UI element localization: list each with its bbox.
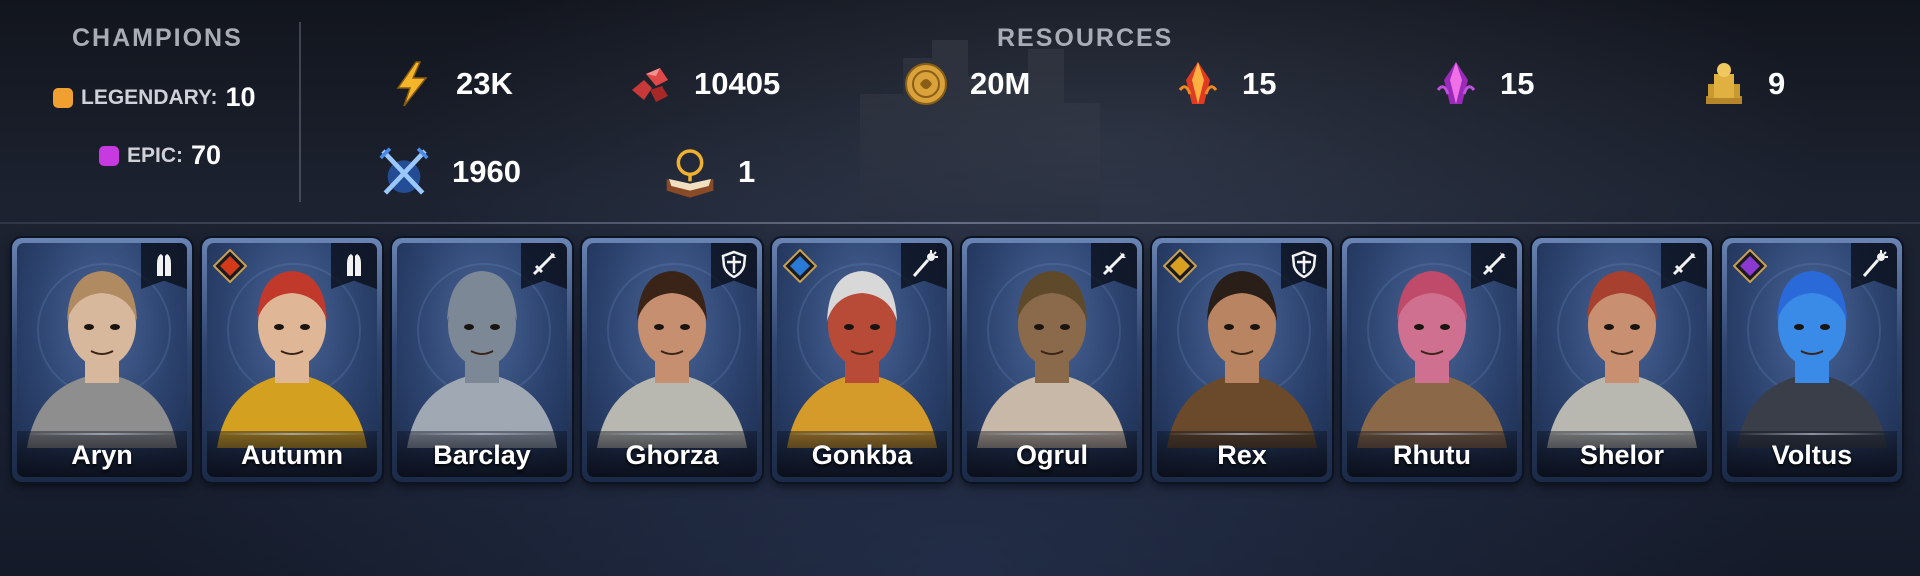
- card-name-bar: Barclay: [397, 431, 567, 477]
- arena-value: 1960: [452, 154, 521, 189]
- force-affinity-icon: [213, 249, 247, 283]
- skill-tome-icon: [666, 149, 714, 198]
- resource-gems: 10405: [626, 60, 780, 108]
- crossed-swords-icon: [379, 147, 429, 195]
- tome-value: 1: [738, 154, 756, 189]
- fire-crystal-icon: [1178, 62, 1218, 104]
- champion-name: Autumn: [241, 440, 343, 470]
- champion-card-autumn[interactable]: Autumn: [202, 238, 382, 482]
- gems-value: 10405: [694, 66, 781, 101]
- legendary-dot: [53, 87, 73, 108]
- champion-card-aryn[interactable]: Aryn: [12, 238, 192, 482]
- summary-header: CHAMPIONS LEGENDARY: 10 EPIC: 70 RESOURC…: [0, 0, 1920, 222]
- statue-value: 9: [1768, 66, 1786, 101]
- void-crystal-value: 15: [1500, 66, 1535, 101]
- card-frame: Ogrul: [967, 243, 1137, 477]
- resource-energy: 23K: [388, 60, 513, 108]
- champion-card-shelor[interactable]: Shelor: [1532, 238, 1712, 482]
- card-name-bar: Ogrul: [967, 431, 1137, 477]
- legendary-count: LEGENDARY: 10: [53, 82, 256, 113]
- epic-value: 70: [191, 140, 222, 170]
- legendary-value: 10: [225, 82, 256, 112]
- champion-name: Aryn: [71, 440, 133, 470]
- resource-gold: 20M: [902, 60, 1030, 108]
- magic-affinity-icon: [783, 249, 817, 283]
- card-name-bar: Gonkba: [777, 431, 947, 477]
- champion-name: Gonkba: [811, 440, 913, 470]
- champions-title: CHAMPIONS: [72, 24, 243, 52]
- epic-count: EPIC: 70: [99, 140, 221, 171]
- header-divider: [299, 22, 301, 202]
- void-crystal-icon: [1436, 62, 1476, 104]
- gold-coin-icon: [905, 63, 947, 105]
- card-frame: Gonkba: [777, 243, 947, 477]
- card-name-bar: Voltus: [1727, 431, 1897, 477]
- champion-card-voltus[interactable]: Voltus: [1722, 238, 1902, 482]
- card-name-bar: Shelor: [1537, 431, 1707, 477]
- champion-name: Voltus: [1771, 440, 1853, 470]
- fire-crystal-value: 15: [1242, 66, 1277, 101]
- resource-arena: 1960: [376, 144, 521, 200]
- gold-value: 20M: [970, 66, 1031, 101]
- card-frame: Rex: [1157, 243, 1327, 477]
- card-frame: Shelor: [1537, 243, 1707, 477]
- champion-name: Rhutu: [1393, 440, 1471, 470]
- card-frame: Barclay: [397, 243, 567, 477]
- resource-tome: 1: [662, 144, 755, 200]
- resources-title: RESOURCES: [997, 24, 1174, 52]
- card-frame: Rhutu: [1347, 243, 1517, 477]
- card-frame: Aryn: [17, 243, 187, 477]
- card-name-bar: Autumn: [207, 431, 377, 477]
- champion-card-rhutu[interactable]: Rhutu: [1342, 238, 1522, 482]
- header-separator: [0, 222, 1920, 224]
- champion-card-gonkba[interactable]: Gonkba: [772, 238, 952, 482]
- card-name-bar: Rex: [1157, 431, 1327, 477]
- epic-label: EPIC:: [127, 143, 184, 167]
- champion-card-ghorza[interactable]: Ghorza: [582, 238, 762, 482]
- champion-name: Shelor: [1579, 440, 1665, 470]
- champion-card-rex[interactable]: Rex: [1152, 238, 1332, 482]
- card-frame: Ghorza: [587, 243, 757, 477]
- void-affinity-icon: [1733, 249, 1767, 283]
- energy-value: 23K: [456, 66, 513, 101]
- champion-name: Ghorza: [625, 440, 719, 470]
- champion-name: Rex: [1217, 440, 1267, 470]
- epic-dot: [99, 145, 119, 166]
- energy-bolt-icon: [396, 61, 428, 107]
- legendary-label: LEGENDARY:: [81, 85, 218, 109]
- champion-name: Barclay: [433, 440, 531, 470]
- card-name-bar: Rhutu: [1347, 431, 1517, 477]
- card-name-bar: Ghorza: [587, 431, 757, 477]
- card-frame: Autumn: [207, 243, 377, 477]
- champion-card-barclay[interactable]: Barclay: [392, 238, 572, 482]
- spirit-affinity-icon: [1163, 249, 1197, 283]
- resource-void-crystal: 15: [1432, 60, 1534, 108]
- ruby-gems-icon: [632, 68, 668, 102]
- card-name-bar: Aryn: [17, 431, 187, 477]
- champion-card-ogrul[interactable]: Ogrul: [962, 238, 1142, 482]
- gold-statue-icon: [1706, 63, 1742, 104]
- champion-name: Ogrul: [1016, 440, 1088, 470]
- resource-statue: 9: [1700, 60, 1785, 108]
- card-frame: Voltus: [1727, 243, 1897, 477]
- resource-fire-crystal: 15: [1174, 60, 1276, 108]
